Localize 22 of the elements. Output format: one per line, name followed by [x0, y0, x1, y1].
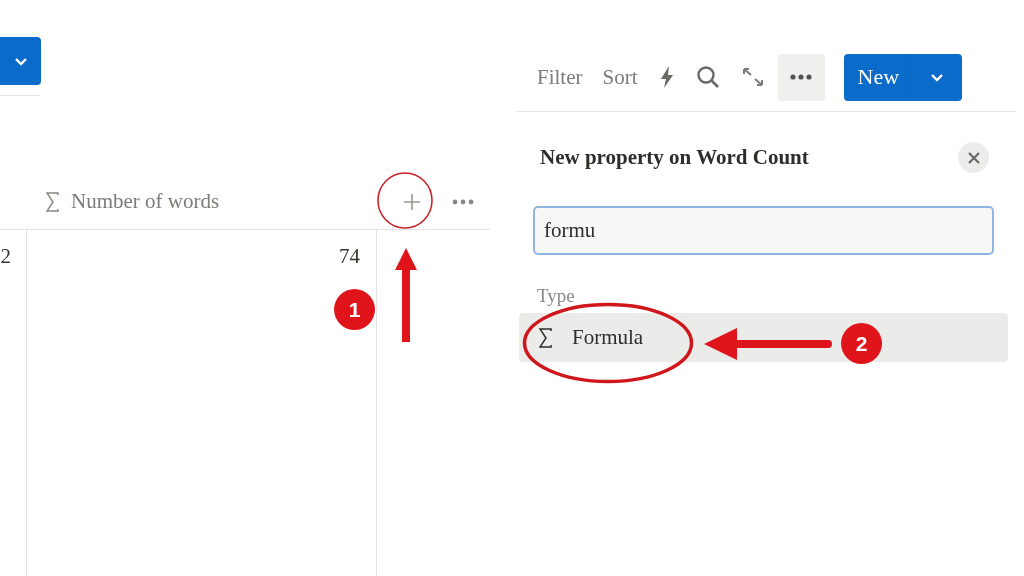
- search-icon[interactable]: [695, 65, 720, 89]
- sigma-icon: [46, 191, 59, 212]
- expand-icon[interactable]: [741, 67, 764, 87]
- caret-icon: [13, 56, 28, 66]
- toolbar-button[interactable]: Sort: [602, 64, 638, 90]
- close-icon: [967, 151, 980, 164]
- more-icon[interactable]: [452, 198, 474, 205]
- toolbar-button[interactable]: Filter: [537, 64, 583, 90]
- close-button[interactable]: [958, 142, 989, 173]
- highlight-circle: [376, 171, 434, 230]
- caret-icon: [929, 72, 944, 82]
- more-icon: [790, 74, 812, 80]
- step-badge: 1: [334, 289, 375, 330]
- section-label: Type: [537, 285, 576, 307]
- popup-title: New property on Word Count: [540, 145, 809, 170]
- sigma-icon: [539, 327, 552, 348]
- search-field[interactable]: formu: [533, 206, 994, 255]
- table-cell: 2: [0, 230, 27, 576]
- lightning-icon[interactable]: [659, 66, 674, 88]
- column-header[interactable]: Number of words: [71, 189, 220, 214]
- new-button[interactable]: New: [843, 53, 962, 101]
- more-button[interactable]: [777, 53, 825, 101]
